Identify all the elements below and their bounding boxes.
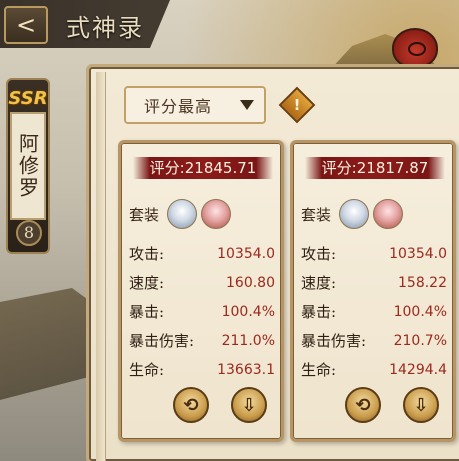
stat-list: 攻击: 10354.0 速度: 160.80 暴击: 100.4% 暴击伤害: 211.…	[129, 239, 275, 384]
character-name: 阿修罗	[10, 112, 46, 220]
stat-value: 211.0%	[221, 332, 275, 349]
stat-row: 生命: 13663.1	[129, 355, 275, 384]
preset-card[interactable]: 评分:21845.71 套装 攻击: 10354.0 速度: 160.80 暴击: 1…	[118, 140, 284, 442]
swap-button[interactable]: ⟲	[345, 387, 381, 423]
stat-value: 160.80	[226, 274, 275, 291]
score-label: 评分:21817.87	[305, 157, 445, 179]
soul-set-icon[interactable]	[339, 199, 370, 229]
stat-label: 攻击:	[301, 245, 337, 263]
swap-button[interactable]: ⟲	[173, 387, 209, 423]
set-label: 套装	[301, 205, 332, 224]
back-button[interactable]: <	[4, 6, 48, 44]
download-icon: ⇩	[413, 394, 429, 416]
stat-value: 14294.4	[389, 361, 447, 378]
stat-label: 速度:	[301, 274, 337, 292]
stat-value: 100.4%	[221, 303, 275, 320]
stat-list: 攻击: 10354.0 速度: 158.22 暴击: 100.4% 暴击伤害: 210.…	[301, 239, 447, 384]
stat-label: 速度:	[129, 274, 165, 292]
stat-label: 暴击:	[301, 303, 337, 321]
stat-label: 暴击:	[129, 303, 165, 321]
stat-row: 暴击伤害: 211.0%	[129, 326, 275, 355]
stat-label: 暴击伤害:	[129, 332, 195, 350]
rarity-badge: SSR	[8, 88, 48, 109]
stat-value: 210.7%	[393, 332, 447, 349]
page-title: 式神录	[66, 14, 144, 42]
stat-row: 速度: 158.22	[301, 268, 447, 297]
stat-value: 10354.0	[217, 245, 275, 262]
sort-dropdown-label: 评分最高	[144, 97, 213, 116]
stat-row: 暴击: 100.4%	[301, 297, 447, 326]
stat-label: 暴击伤害:	[301, 332, 367, 350]
equip-button[interactable]: ⇩	[231, 387, 267, 423]
stat-value: 158.22	[398, 274, 447, 291]
set-row: 套装	[301, 199, 404, 229]
stat-row: 生命: 14294.4	[301, 355, 447, 384]
chevron-down-icon	[240, 100, 254, 110]
stat-row: 速度: 160.80	[129, 268, 275, 297]
stat-label: 生命:	[301, 361, 337, 379]
sort-dropdown[interactable]: 评分最高	[124, 86, 266, 124]
back-arrow-icon: <	[15, 11, 37, 39]
equip-button[interactable]: ⇩	[403, 387, 439, 423]
card-actions: ⟲ ⇩	[173, 387, 267, 423]
stat-row: 暴击: 100.4%	[129, 297, 275, 326]
set-row: 套装	[129, 199, 232, 229]
soul-set-icon[interactable]	[373, 199, 404, 229]
soul-set-icon[interactable]	[201, 199, 232, 229]
lucky-bag-icon[interactable]	[392, 28, 438, 68]
swap-icon: ⟲	[183, 394, 199, 416]
stat-label: 攻击:	[129, 245, 165, 263]
soul-set-icon[interactable]	[167, 199, 198, 229]
stat-row: 攻击: 10354.0	[129, 239, 275, 268]
card-actions: ⟲ ⇩	[345, 387, 439, 423]
stat-value: 100.4%	[393, 303, 447, 320]
preset-card[interactable]: 评分:21817.87 套装 攻击: 10354.0 速度: 158.22 暴击: 1…	[290, 140, 456, 442]
stat-row: 暴击伤害: 210.7%	[301, 326, 447, 355]
swap-icon: ⟲	[355, 394, 371, 416]
set-label: 套装	[129, 205, 160, 224]
score-label: 评分:21845.71	[133, 157, 273, 179]
download-icon: ⇩	[241, 394, 257, 416]
character-count-badge: 8	[16, 220, 42, 246]
panel-rail	[96, 72, 106, 461]
stat-value: 10354.0	[389, 245, 447, 262]
stat-label: 生命:	[129, 361, 165, 379]
stat-row: 攻击: 10354.0	[301, 239, 447, 268]
stat-value: 13663.1	[217, 361, 275, 378]
